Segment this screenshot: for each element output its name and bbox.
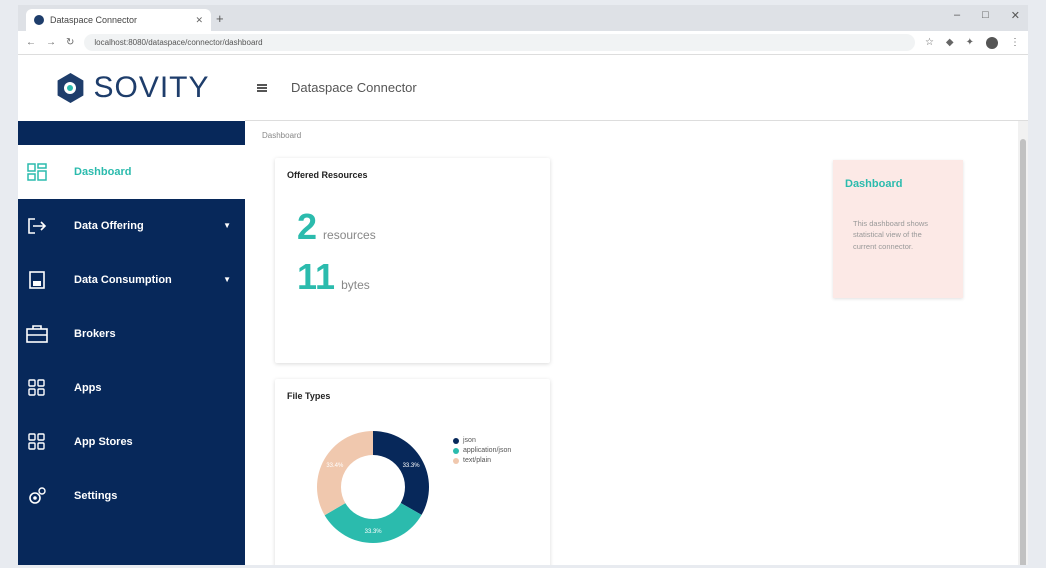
info-card: Dashboard This dashboard shows statistic… — [833, 160, 963, 298]
app-root: SOVITY Dashboard Data Offering ▼ Data Co… — [18, 55, 1028, 565]
minimize-icon[interactable]: – — [954, 9, 960, 22]
sidebar-item-label: Settings — [74, 490, 118, 502]
menu-kebab-icon[interactable]: ⋮ — [1010, 37, 1020, 48]
donut-data-label: 33.3% — [403, 463, 421, 469]
import-icon — [26, 269, 48, 291]
browser-tab[interactable]: Dataspace Connector ✕ — [26, 9, 211, 31]
new-tab-icon[interactable]: + — [216, 11, 224, 26]
sidebar-item-label: Data Consumption — [74, 274, 172, 286]
sidebar: SOVITY Dashboard Data Offering ▼ Data Co… — [18, 55, 245, 565]
resources-unit: resources — [323, 228, 376, 242]
url-input[interactable]: localhost:8080/dataspace/connector/dashb… — [84, 34, 915, 51]
sidebar-item-label: App Stores — [74, 436, 133, 448]
donut-slice-text-plain[interactable] — [317, 431, 373, 516]
settings-icon — [26, 485, 48, 507]
sidebar-item-label: Data Offering — [74, 220, 144, 232]
back-icon[interactable]: ← — [26, 37, 36, 48]
forward-icon[interactable]: → — [46, 37, 56, 48]
legend-item[interactable]: json — [453, 437, 511, 444]
sidebar-item-label: Dashboard — [74, 166, 132, 178]
maximize-icon[interactable]: □ — [982, 9, 989, 22]
address-bar: ← → ↻ localhost:8080/dataspace/connector… — [18, 31, 1028, 55]
close-window-icon[interactable]: ✕ — [1011, 9, 1020, 22]
donut-slice-application-json[interactable] — [324, 502, 422, 543]
breadcrumb: Dashboard — [262, 131, 302, 140]
donut-slice-json[interactable] — [373, 431, 429, 515]
menu-toggle-icon[interactable] — [257, 83, 267, 92]
extensions-puzzle-icon[interactable]: ✦ — [966, 37, 974, 48]
sidebar-item-brokers[interactable]: Brokers — [18, 307, 245, 361]
legend-label: json — [463, 437, 476, 444]
close-tab-icon[interactable]: ✕ — [195, 15, 203, 26]
legend-label: text/plain — [463, 457, 492, 464]
dashboard-icon — [26, 161, 48, 183]
app-header: Dataspace Connector — [245, 55, 1028, 121]
tab-bar: Dataspace Connector ✕ + – □ ✕ — [18, 5, 1028, 31]
card-title: File Types — [287, 391, 331, 401]
sovity-logo-icon — [53, 71, 87, 105]
tab-title: Dataspace Connector — [50, 15, 138, 25]
size-value: 11 — [297, 256, 336, 297]
sidebar-item-settings[interactable]: Settings — [18, 469, 245, 523]
scrollbar[interactable] — [1018, 121, 1028, 565]
legend-item[interactable]: text/plain — [453, 457, 511, 464]
offered-resources-card: Offered Resources 2 resources 11 bytes — [275, 158, 550, 363]
sidebar-item-label: Apps — [74, 382, 102, 394]
donut-data-label: 33.3% — [365, 529, 383, 535]
chart-legend: json application/json text/plain — [453, 437, 511, 467]
legend-label: application/json — [463, 447, 512, 454]
app-stores-icon — [26, 431, 48, 453]
logo-text: SOVITY — [93, 71, 210, 104]
broker-icon — [26, 323, 48, 345]
resources-count: 2 — [297, 206, 318, 247]
file-types-donut-chart: 33.3% 33.3% 33.4% — [317, 431, 429, 543]
sidebar-item-dashboard[interactable]: Dashboard — [18, 145, 245, 199]
sidebar-item-app-stores[interactable]: App Stores — [18, 415, 245, 469]
sidebar-item-label: Brokers — [74, 328, 116, 340]
card-title: Offered Resources — [287, 170, 368, 180]
donut-data-label: 33.4% — [326, 463, 344, 469]
favicon-icon — [34, 15, 44, 25]
logo[interactable]: SOVITY — [18, 55, 245, 121]
extension-icon[interactable]: ◆ — [946, 37, 954, 48]
page-title: Dataspace Connector — [291, 80, 417, 95]
chevron-down-icon: ▼ — [223, 275, 231, 284]
size-stat: 11 bytes — [297, 256, 370, 298]
browser-window: Dataspace Connector ✕ + – □ ✕ ← → ↻ loca… — [18, 5, 1028, 565]
legend-item[interactable]: application/json — [453, 447, 511, 454]
sidebar-item-data-offering[interactable]: Data Offering ▼ — [18, 199, 245, 253]
profile-avatar[interactable] — [986, 36, 998, 49]
info-card-body: This dashboard shows statistical view of… — [853, 219, 929, 251]
sidebar-item-data-consumption[interactable]: Data Consumption ▼ — [18, 253, 245, 307]
size-unit: bytes — [341, 278, 370, 292]
main-content: Dashboard Offered Resources 2 resources … — [245, 121, 1028, 565]
reload-icon[interactable]: ↻ — [66, 37, 74, 48]
resources-stat: 2 resources — [297, 206, 376, 248]
file-types-card: File Types 33.3% 33.3% 33.4% json applicat… — [275, 379, 550, 565]
sidebar-item-apps[interactable]: Apps — [18, 361, 245, 415]
bookmark-icon[interactable]: ☆ — [925, 37, 934, 48]
scrollbar-thumb[interactable] — [1020, 139, 1026, 565]
apps-icon — [26, 377, 48, 399]
chevron-down-icon: ▼ — [223, 221, 231, 230]
info-card-title: Dashboard — [845, 178, 903, 190]
export-icon — [26, 215, 48, 237]
